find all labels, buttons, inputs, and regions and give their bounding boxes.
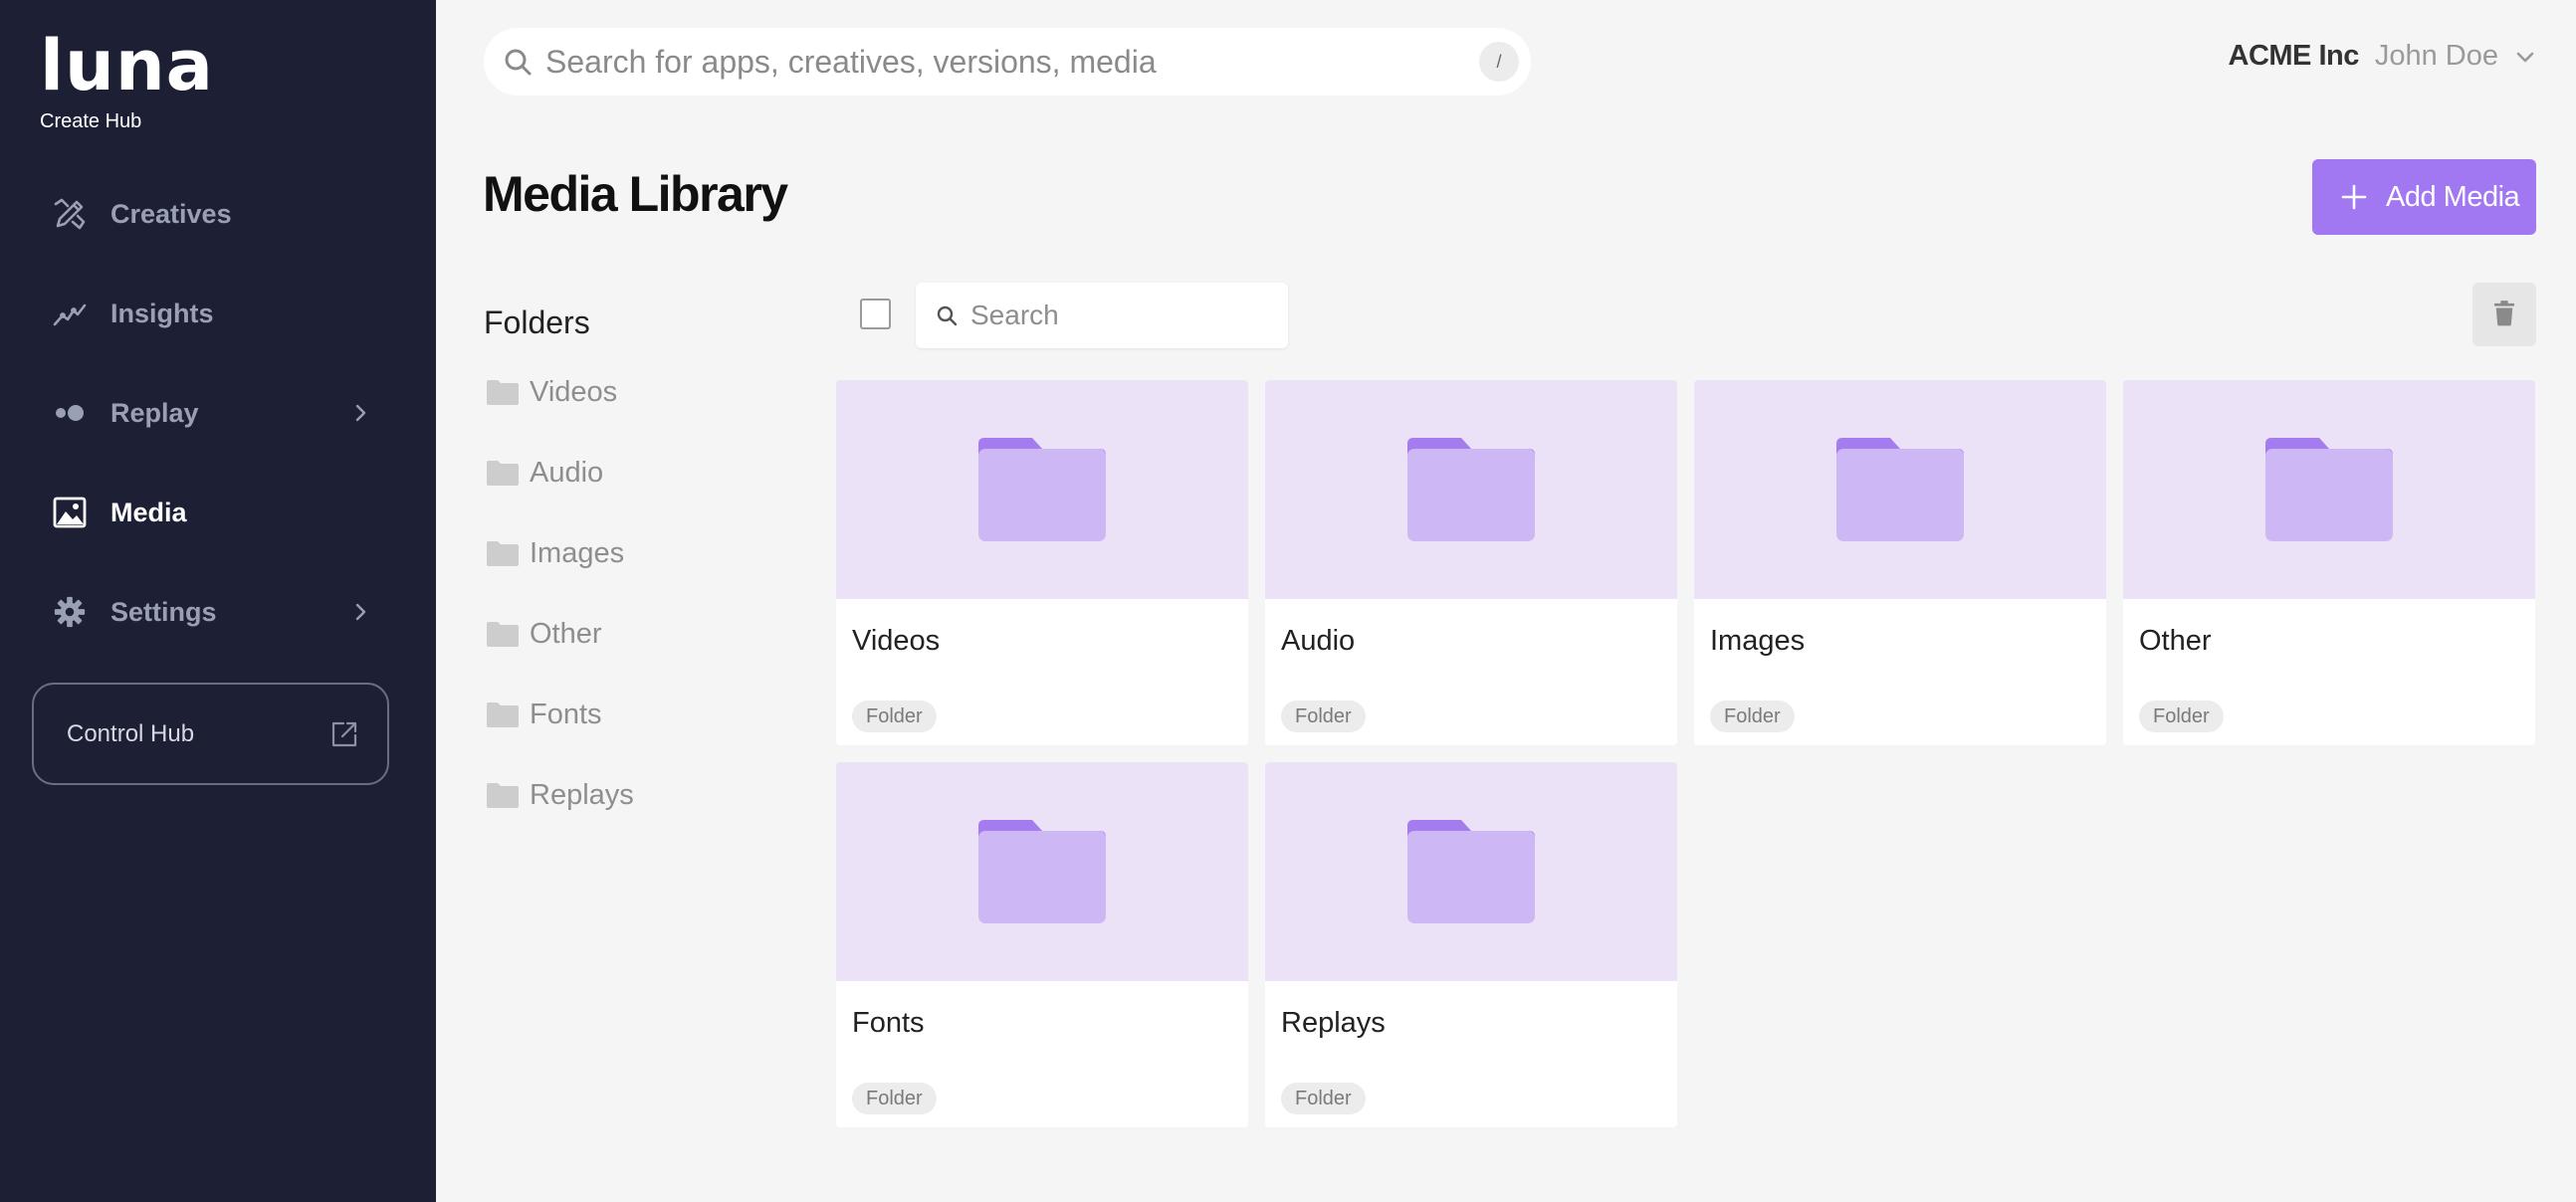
luna-logo[interactable]: luna [40,31,214,100]
tree-item-audio[interactable]: Audio [484,448,782,498]
tree-item-label: Replays [530,778,634,811]
trash-icon [2493,300,2515,329]
add-media-label: Add Media [2386,180,2520,213]
media-card-replays[interactable]: Replays Folder [1265,762,1677,1127]
tree-item-fonts[interactable]: Fonts [484,690,782,739]
card-title: Images [1710,625,1806,657]
media-card-images[interactable]: Images Folder [1694,380,2106,745]
sidebar-item-label: Settings [110,596,217,627]
folder-icon [486,539,520,567]
account-menu[interactable]: ACME Inc John Doe [2229,40,2537,73]
card-title: Audio [1281,625,1356,657]
select-all-checkbox[interactable] [860,299,891,329]
control-hub-link[interactable]: Control Hub [32,683,389,785]
card-type-badge: Folder [852,1083,937,1114]
sidebar: luna Create Hub Creatives Insights Repla… [0,0,436,1202]
global-search-input[interactable] [545,28,1441,96]
gear-icon [52,594,88,630]
folder-icon [1407,820,1535,923]
trend-line-icon [52,296,88,331]
pencil-ruler-icon [52,196,88,232]
replay-dots-icon [52,395,88,431]
sidebar-item-creatives[interactable]: Creatives [0,174,436,254]
tree-item-other[interactable]: Other [484,609,782,659]
chevron-right-icon [348,600,372,624]
card-title: Other [2139,625,2212,657]
folder-icon [486,620,520,648]
card-thumbnail [1265,762,1677,981]
tree-item-images[interactable]: Images [484,528,782,578]
folders-heading: Folders [484,304,590,340]
tree-item-replays[interactable]: Replays [484,770,782,820]
search-shortcut-badge: / [1479,42,1519,82]
card-title: Videos [852,625,941,657]
card-thumbnail [2123,380,2535,599]
search-icon [936,304,958,326]
search-icon [502,46,534,78]
folder-icon [486,701,520,728]
tree-item-label: Other [530,617,602,650]
media-card-fonts[interactable]: Fonts Folder [836,762,1248,1127]
tree-item-label: Fonts [530,698,602,730]
card-thumbnail [1694,380,2106,599]
page-title: Media Library [483,166,788,222]
sidebar-item-insights[interactable]: Insights [0,274,436,353]
card-title: Fonts [852,1007,925,1039]
card-type-badge: Folder [1710,701,1795,732]
tree-item-videos[interactable]: Videos [484,367,782,417]
user-name: John Doe [2374,40,2498,72]
delete-button[interactable] [2472,283,2536,346]
tree-item-label: Videos [530,375,618,408]
card-type-badge: Folder [1281,1083,1366,1114]
folder-icon [978,438,1106,541]
folder-icon [2265,438,2393,541]
folder-icon [1836,438,1964,541]
card-type-badge: Folder [1281,701,1366,732]
card-thumbnail [836,762,1248,981]
chevron-right-icon [348,401,372,425]
library-search[interactable] [916,283,1288,348]
global-search[interactable]: / [484,28,1531,96]
sidebar-item-settings[interactable]: Settings [0,572,436,652]
sidebar-item-media[interactable]: Media [0,473,436,552]
logo-subtitle: Create Hub [40,110,142,132]
tree-item-label: Audio [530,456,604,489]
sidebar-item-label: Media [110,497,187,527]
sidebar-item-label: Insights [110,298,214,328]
card-title: Replays [1281,1007,1386,1039]
folder-icon [486,378,520,406]
card-thumbnail [1265,380,1677,599]
plus-icon [2340,183,2368,211]
sidebar-item-replay[interactable]: Replay [0,373,436,453]
folder-icon [486,459,520,487]
external-link-icon [329,719,359,749]
media-card-other[interactable]: Other Folder [2123,380,2535,745]
chevron-down-icon [2514,46,2536,68]
add-media-button[interactable]: Add Media [2312,159,2536,235]
folder-icon [1407,438,1535,541]
sidebar-item-label: Creatives [110,198,232,229]
card-type-badge: Folder [2139,701,2224,732]
folder-icon [486,781,520,809]
folder-icon [978,820,1106,923]
card-type-badge: Folder [852,701,937,732]
sidebar-item-label: Replay [110,397,199,428]
library-search-input[interactable] [970,283,1269,348]
org-name: ACME Inc [2228,40,2360,72]
card-thumbnail [836,380,1248,599]
media-card-videos[interactable]: Videos Folder [836,380,1248,745]
tree-item-label: Images [530,536,625,569]
control-hub-label: Control Hub [67,719,195,747]
media-card-audio[interactable]: Audio Folder [1265,380,1677,745]
image-icon [52,495,88,530]
